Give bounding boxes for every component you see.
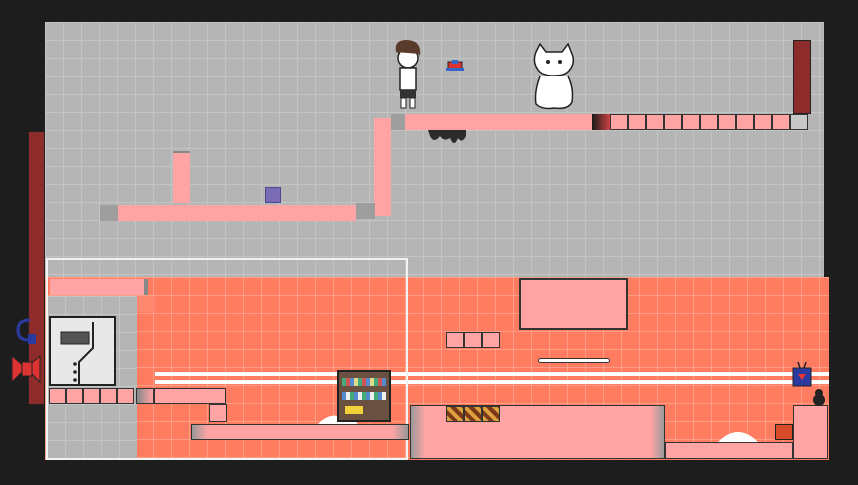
short-pillar[interactable] — [173, 151, 190, 203]
thin-rail[interactable] — [538, 358, 610, 363]
mid-platform-end — [100, 205, 118, 221]
bookshelf-icon[interactable] — [337, 370, 391, 422]
blue-tv-sprite[interactable] — [791, 362, 813, 388]
upper-tile-row[interactable] — [610, 114, 808, 130]
bottom-ledge[interactable] — [665, 442, 793, 459]
right-column[interactable] — [793, 405, 828, 459]
upper-room — [45, 22, 824, 278]
mid-platform[interactable] — [118, 205, 356, 221]
red-jar-sprite[interactable] — [775, 424, 793, 440]
purple-block[interactable] — [265, 187, 281, 203]
small-tile-row[interactable] — [446, 332, 500, 348]
platform-end — [391, 114, 405, 130]
hazard-crate-icon[interactable] — [446, 406, 500, 422]
lower-step-block[interactable] — [209, 404, 227, 422]
black-goo-icon — [428, 130, 466, 143]
vertical-pillar[interactable] — [374, 118, 391, 216]
purple-blocker-row[interactable] — [49, 388, 134, 404]
hook-icon[interactable] — [14, 318, 42, 348]
lower-top-ledge[interactable] — [50, 279, 148, 295]
lower-small-platform[interactable] — [154, 388, 226, 404]
white-cat-creature-sprite[interactable] — [528, 42, 580, 112]
elevator-door-icon[interactable] — [49, 316, 116, 386]
ledge-connector — [136, 388, 154, 404]
small-bird-sprite[interactable] — [446, 58, 464, 74]
snow-pile-icon — [718, 432, 758, 442]
lower-ledge-step[interactable] — [137, 296, 155, 312]
red-bow-icon[interactable] — [10, 354, 42, 384]
right-dark-wall — [793, 40, 811, 114]
upper-long-platform[interactable] — [404, 114, 593, 130]
lower-long-platform[interactable] — [191, 424, 409, 440]
dark-gap — [592, 114, 610, 130]
pillar-base — [356, 203, 375, 219]
black-cat-sprite[interactable] — [811, 388, 827, 406]
brown-haired-boy-sprite[interactable] — [390, 38, 426, 112]
hanging-block[interactable] — [519, 278, 628, 330]
